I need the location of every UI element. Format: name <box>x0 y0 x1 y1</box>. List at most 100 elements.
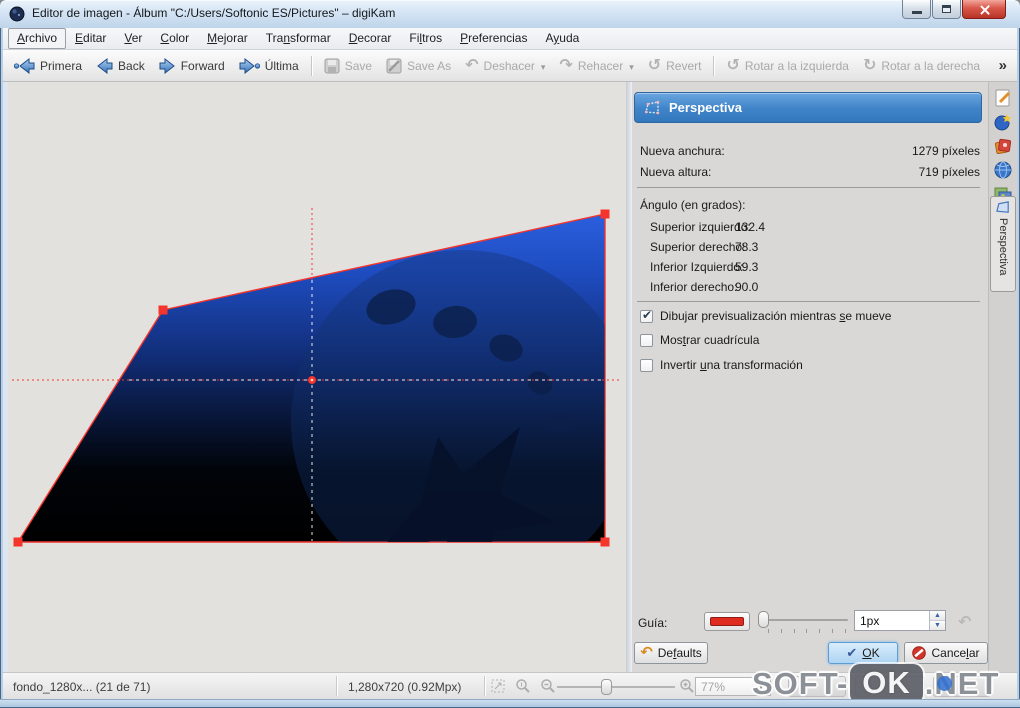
go-last-icon <box>239 57 260 74</box>
angles-title: Ángulo (en grados): <box>640 198 746 212</box>
zoom-out-icon[interactable] <box>540 678 556 694</box>
rotate-left-icon: ↺ <box>726 56 740 74</box>
slider-thumb[interactable] <box>758 611 769 628</box>
angle-label: Superior derecho: <box>650 240 746 254</box>
revert-button[interactable]: ↺ Revert <box>641 55 709 77</box>
save-as-button[interactable]: Save As <box>379 54 458 78</box>
properties-icon[interactable] <box>993 88 1013 108</box>
go-back-button[interactable]: Back <box>89 54 152 78</box>
draw-preview-checkbox-row[interactable]: Dibujar previsualización mientras se mue… <box>640 308 891 323</box>
geolocation-icon[interactable] <box>993 160 1013 180</box>
cancel-icon <box>912 646 927 660</box>
zoom-slider[interactable] <box>557 679 675 695</box>
angle-value: 59.3 <box>735 260 759 274</box>
application-window: Editor de imagen - Álbum "C:/Users/Softo… <box>0 0 1020 708</box>
spin-down-icon[interactable]: ▼ <box>930 621 945 630</box>
save-button[interactable]: Save <box>317 54 379 78</box>
fit-to-window-icon[interactable] <box>490 678 506 694</box>
menu-archivo[interactable]: Archivo <box>8 28 67 49</box>
maximize-button[interactable] <box>932 0 961 19</box>
new-width-row: Nueva anchura: 1279 píxeles <box>640 144 980 158</box>
menu-decorar[interactable]: Decorar <box>340 28 401 49</box>
status-filename: fondo_1280x... (21 de 71) <box>13 680 151 694</box>
perspective-tab-icon <box>995 201 1009 213</box>
defaults-icon: ↶ <box>640 644 653 661</box>
colors-icon[interactable] <box>993 136 1013 156</box>
menu-color[interactable]: Color <box>151 28 198 49</box>
guide-reset-icon[interactable]: ↶ <box>958 612 971 632</box>
zoom-original-icon[interactable] <box>515 678 531 694</box>
toolbar-overflow-button[interactable]: » <box>999 57 1013 74</box>
rotate-left-button[interactable]: ↺ Rotar a la izquierda <box>719 55 855 77</box>
combo-arrow-icon: ▼ <box>757 682 765 691</box>
tool-header: Perspectiva <box>634 92 982 123</box>
digikam-app-icon <box>9 6 25 22</box>
metadata-icon[interactable] <box>993 112 1013 132</box>
redo-button[interactable]: ↷ Rehacer <box>552 55 640 77</box>
close-icon <box>979 4 990 15</box>
status-toggle-button[interactable] <box>855 676 925 697</box>
defaults-button[interactable]: ↶ Defaults <box>634 642 708 664</box>
status-toggle-button[interactable] <box>933 676 991 697</box>
handle-top-right <box>600 209 610 219</box>
angle-value: 78.3 <box>735 240 759 254</box>
show-grid-checkbox-row[interactable]: Mostrar cuadrícula <box>640 333 759 347</box>
menu-preferencias[interactable]: Preferencias <box>451 28 536 49</box>
undo-button[interactable]: ↶ Deshacer <box>458 55 552 77</box>
redo-dropdown-arrow-icon[interactable] <box>628 59 634 73</box>
undo-icon: ↶ <box>465 56 479 74</box>
window-bottom-frame <box>0 699 1020 708</box>
invert-transformation-checkbox-row[interactable]: Invertir una transformación <box>640 358 803 372</box>
guide-color-swatch <box>710 617 744 626</box>
ok-button[interactable]: ✔ OK <box>828 642 898 664</box>
zoom-percent-combobox[interactable]: 77% ▼ <box>695 677 771 696</box>
menu-bar: Archivo Editar Ver Color Mejorar Transfo… <box>3 28 1017 50</box>
rotate-right-button[interactable]: ↻ Rotar a la derecha <box>856 55 987 77</box>
tab-label: Perspectiva <box>997 218 1009 276</box>
toolbar-separator <box>310 55 312 76</box>
go-last-button[interactable]: Última <box>232 54 306 78</box>
tab-perspectiva[interactable]: Perspectiva <box>990 196 1016 292</box>
cancel-button[interactable]: Cancelar <box>904 642 988 664</box>
go-forward-icon <box>159 57 175 74</box>
undo-dropdown-arrow-icon[interactable] <box>540 59 546 73</box>
handle-top-left <box>158 305 168 315</box>
status-toggle-button[interactable] <box>788 676 846 697</box>
perspective-icon <box>645 100 660 114</box>
guide-color-button[interactable] <box>704 612 750 631</box>
checkbox-checked[interactable] <box>640 308 653 323</box>
menu-mejorar[interactable]: Mejorar <box>198 28 257 49</box>
save-icon <box>324 58 340 73</box>
guide-width-spinbox[interactable]: 1px ▲ ▼ <box>854 610 946 631</box>
go-first-icon <box>14 57 35 74</box>
menu-transformar[interactable]: Transformar <box>257 28 340 49</box>
zoom-in-icon[interactable] <box>679 678 695 694</box>
go-forward-button[interactable]: Forward <box>152 54 232 78</box>
checkbox-unchecked[interactable] <box>640 358 653 372</box>
tool-title: Perspectiva <box>669 100 742 115</box>
right-sidebar-tabstrip: Perspectiva <box>988 82 1017 672</box>
spin-up-icon[interactable]: ▲ <box>930 611 945 621</box>
zoom-slider-thumb[interactable] <box>601 679 612 695</box>
angle-value: 132.4 <box>735 220 766 234</box>
handle-bottom-right <box>600 537 610 547</box>
menu-editar[interactable]: Editar <box>66 28 115 49</box>
revert-icon: ↺ <box>647 56 662 74</box>
menu-ver[interactable]: Ver <box>115 28 151 49</box>
go-first-button[interactable]: Primera <box>7 54 89 78</box>
new-height-row: Nueva altura: 719 píxeles <box>640 165 980 179</box>
menu-filtros[interactable]: Filtros <box>400 28 451 49</box>
checkbox-unchecked[interactable] <box>640 333 653 347</box>
digikam-logo-watermark <box>291 250 605 542</box>
rotate-right-icon: ↻ <box>862 56 877 74</box>
minimize-button[interactable] <box>902 0 931 19</box>
angle-value: 90.0 <box>735 280 759 294</box>
menu-ayuda[interactable]: Ayuda <box>536 28 588 49</box>
save-as-icon <box>386 58 402 73</box>
image-canvas[interactable] <box>8 82 626 672</box>
divider <box>637 187 980 188</box>
guide-width-slider[interactable] <box>758 610 850 633</box>
toolbar-separator <box>713 55 715 76</box>
divider <box>637 301 980 302</box>
close-button[interactable] <box>962 0 1006 19</box>
